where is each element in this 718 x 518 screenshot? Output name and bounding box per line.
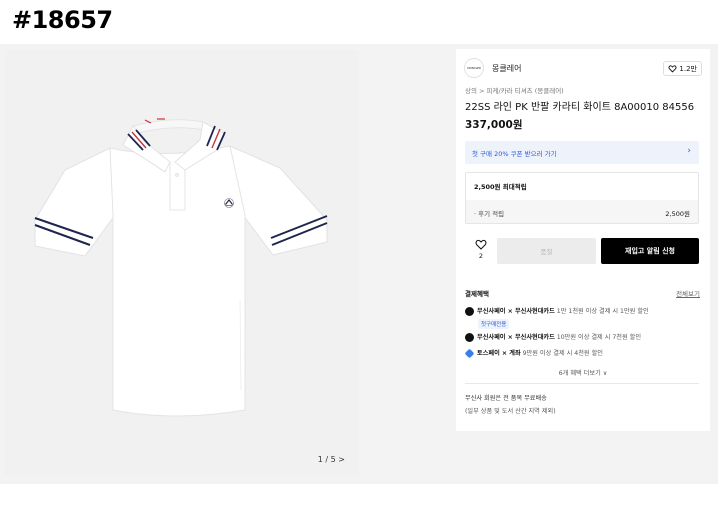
toss-pay-icon <box>464 348 475 358</box>
product-info-panel: MONCLER 몽클레어 1.2만 상의 > 피케/카라 티셔츠 (몽클레어) … <box>456 49 710 431</box>
review-points-label: · 후기 적립 <box>474 210 505 218</box>
benefit-desc: 10만원 이상 결제 시 7천원 할인 <box>556 334 642 341</box>
brand-patch <box>224 198 234 208</box>
payment-benefits-title: 결제혜택 <box>465 290 489 298</box>
product-price: 337,000원 <box>465 119 523 131</box>
free-shipping-text: 무신사 회원은 전 품목 무료배송 <box>465 395 547 402</box>
polo-shirt-image <box>34 118 328 417</box>
image-counter[interactable]: 1 / 5 > <box>318 455 345 464</box>
more-benefits-toggle[interactable]: 6개 혜택 더보기 ∨ <box>456 368 710 377</box>
benefit-item: 무신사페이 × 무신사현대카드 1만 1천원 이상 결제 시 1만원 할인 <box>465 306 649 316</box>
points-box: 2,500원 최대적립 · 후기 적립 2,500원 <box>465 172 699 224</box>
purchase-actions: 2 품절 재입고 알림 신청 <box>465 236 699 266</box>
heart-icon <box>668 65 677 73</box>
musinsa-pay-icon <box>465 306 474 316</box>
benefit-partner: 무신사페이 × 무신사현대카드 <box>477 308 555 315</box>
product-title: 22SS 라인 PK 반팔 카라티 화이트 8A00010 84556 <box>465 102 695 113</box>
coupon-text: 첫 구매 20% 쿠폰 받으러 가기 <box>472 150 557 158</box>
product-image-gallery[interactable]: 1 / 5 > <box>5 50 359 476</box>
shipping-exception-text: (일부 상품 및 도서 산간 지역 제외) <box>465 408 556 415</box>
watermark-id: #18657 <box>12 6 113 34</box>
divider <box>465 383 699 384</box>
chevron-right-icon: › <box>687 146 691 156</box>
benefit-item: 무신사페이 × 무신사현대카드 10만원 이상 결제 시 7천원 할인 <box>465 332 641 342</box>
view-all-benefits-link[interactable]: 전체보기 <box>676 288 700 298</box>
musinsa-pay-icon <box>465 332 474 342</box>
brand-name[interactable]: 몽클레어 <box>492 63 521 74</box>
product-like-count: 2 <box>478 252 484 260</box>
benefit-partner: 토스페이 × 계좌 <box>477 350 521 357</box>
brand-logo[interactable]: MONCLER <box>464 58 484 78</box>
first-purchase-tag: 첫구매전용 <box>478 319 510 329</box>
product-like-button[interactable]: 2 <box>469 236 493 266</box>
max-points: 2,500원 최대적립 <box>474 183 527 191</box>
brand-like-count: 1.2만 <box>679 64 697 73</box>
brand-row: MONCLER 몽클레어 1.2만 <box>464 58 702 80</box>
benefit-partner: 무신사페이 × 무신사현대카드 <box>477 334 555 341</box>
sold-out-button[interactable]: 품절 <box>497 238 596 264</box>
review-points-value: 2,500원 <box>665 210 690 218</box>
benefit-item: 토스페이 × 계좌 9만원 이상 결제 시 4천원 할인 <box>464 348 603 358</box>
restock-alert-button[interactable]: 재입고 알림 신청 <box>601 238 699 264</box>
coupon-banner[interactable]: 첫 구매 20% 쿠폰 받으러 가기 › <box>465 141 699 164</box>
brand-logo-text: MONCLER <box>467 66 481 70</box>
brand-like-button[interactable]: 1.2만 <box>663 61 702 76</box>
benefit-desc: 1만 1천원 이상 결제 시 1만원 할인 <box>556 308 649 315</box>
review-points-row: · 후기 적립 2,500원 <box>466 200 698 223</box>
heart-icon <box>475 239 487 250</box>
breadcrumb[interactable]: 상의 > 피케/카라 티셔츠 (몽클레어) <box>465 85 564 95</box>
benefit-desc: 9만원 이상 결제 시 4천원 할인 <box>522 350 603 357</box>
